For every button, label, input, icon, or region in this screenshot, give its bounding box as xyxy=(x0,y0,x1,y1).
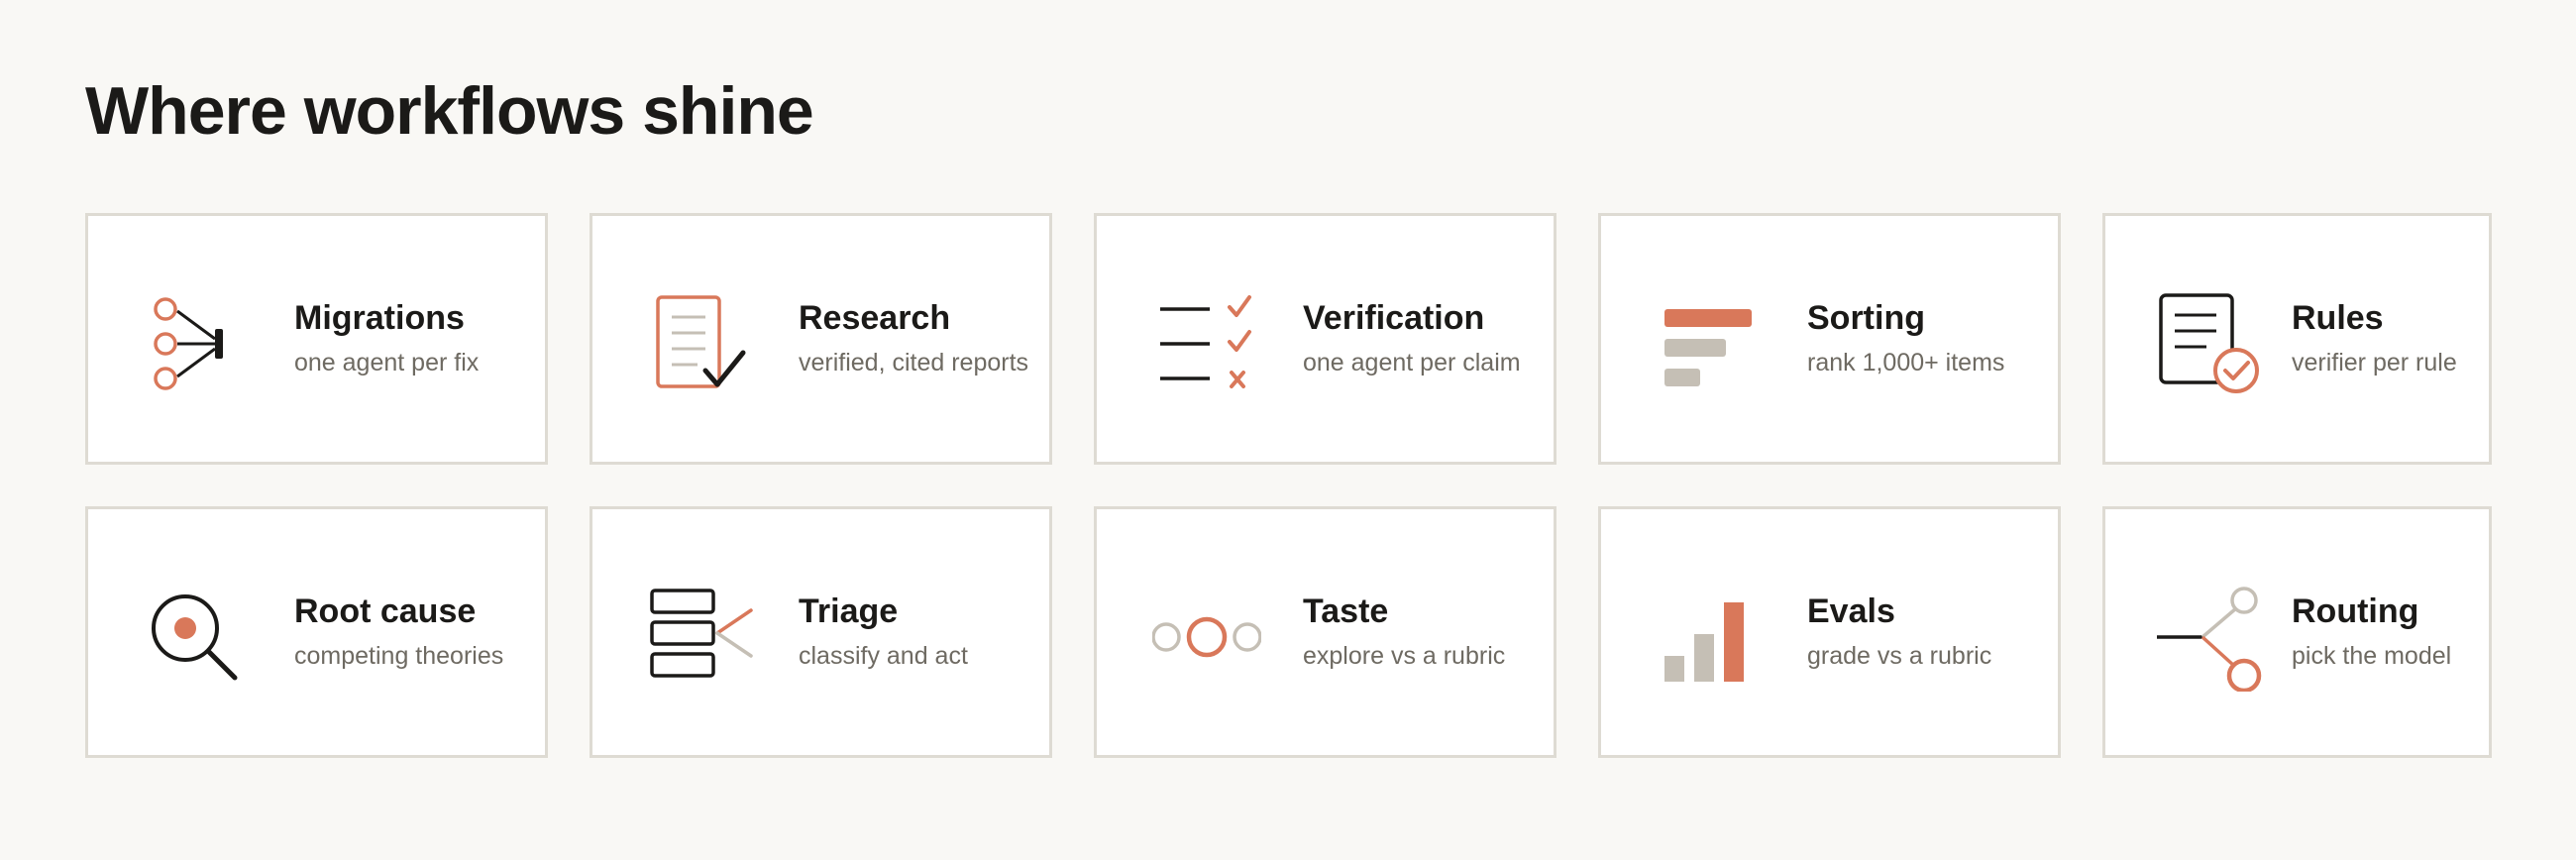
card-title: Verification xyxy=(1303,299,1485,337)
card-subtitle: grade vs a rubric xyxy=(1807,642,1992,670)
card-triage[interactable]: Triage classify and act xyxy=(590,506,1052,758)
page-title: Where workflows shine xyxy=(85,73,814,149)
circles-icon xyxy=(1152,583,1261,692)
card-title: Root cause xyxy=(294,592,477,630)
sort-bars-icon xyxy=(1657,289,1766,398)
page: Where workflows shine Migrations one age… xyxy=(0,0,2576,860)
card-routing[interactable]: Routing pick the model xyxy=(2102,506,2492,758)
card-rules[interactable]: Rules verifier per rule xyxy=(2102,213,2492,465)
card-subtitle: one agent per fix xyxy=(294,349,480,376)
card-subtitle: rank 1,000+ items xyxy=(1807,349,2005,376)
card-title: Routing xyxy=(2292,592,2419,630)
workflow-grid: Migrations one agent per fix Research ve… xyxy=(85,213,2492,758)
branch-icon xyxy=(2155,583,2264,692)
fan-out-icon xyxy=(144,289,253,398)
card-subtitle: explore vs a rubric xyxy=(1303,642,1506,670)
card-subtitle: verifier per rule xyxy=(2292,349,2457,376)
card-verification[interactable]: Verification one agent per claim xyxy=(1094,213,1556,465)
document-check-icon xyxy=(648,289,757,398)
card-title: Rules xyxy=(2292,299,2384,337)
card-title: Triage xyxy=(799,592,899,630)
card-title: Migrations xyxy=(294,299,465,337)
card-subtitle: pick the model xyxy=(2292,642,2452,670)
card-subtitle: competing theories xyxy=(294,642,504,670)
card-title: Evals xyxy=(1807,592,1895,630)
card-migrations[interactable]: Migrations one agent per fix xyxy=(85,213,548,465)
bar-chart-icon xyxy=(1657,583,1766,692)
card-sorting[interactable]: Sorting rank 1,000+ items xyxy=(1598,213,2061,465)
card-title: Research xyxy=(799,299,951,337)
magnifier-icon xyxy=(144,583,253,692)
card-subtitle: verified, cited reports xyxy=(799,349,1029,376)
card-taste[interactable]: Taste explore vs a rubric xyxy=(1094,506,1556,758)
triage-stack-icon xyxy=(648,583,757,692)
card-subtitle: one agent per claim xyxy=(1303,349,1521,376)
checklist-icon xyxy=(1152,289,1261,398)
card-evals[interactable]: Evals grade vs a rubric xyxy=(1598,506,2061,758)
card-title: Taste xyxy=(1303,592,1389,630)
rules-document-icon xyxy=(2155,289,2264,398)
card-subtitle: classify and act xyxy=(799,642,968,670)
card-title: Sorting xyxy=(1807,299,1925,337)
card-root-cause[interactable]: Root cause competing theories xyxy=(85,506,548,758)
card-research[interactable]: Research verified, cited reports xyxy=(590,213,1052,465)
